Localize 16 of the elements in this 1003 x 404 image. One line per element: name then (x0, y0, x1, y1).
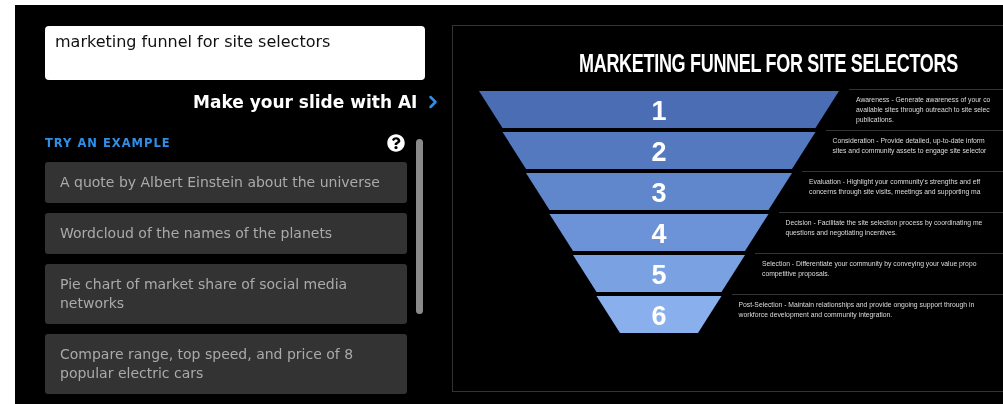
funnel-segment: 1 (479, 91, 839, 128)
funnel-segment: 4 (549, 214, 769, 251)
example-card[interactable]: A quote by Albert Einstein about the universe (45, 162, 407, 203)
make-slide-button[interactable]: Make your slide with AI (193, 92, 444, 112)
example-card[interactable]: Wordcloud of the names of the planets (45, 213, 407, 254)
example-card[interactable]: Compare range, top speed, and price of 8 popular electric cars (45, 334, 407, 394)
section-heading: TRY AN EXAMPLE (45, 136, 171, 150)
scrollbar-thumb[interactable] (416, 139, 423, 314)
funnel-segment: 3 (526, 173, 792, 210)
example-card[interactable]: Pie chart of market share of social media networks (45, 264, 407, 324)
funnel-segment: 5 (573, 255, 745, 292)
help-icon[interactable] (387, 134, 405, 152)
prompt-field[interactable]: marketing funnel for site selectors (45, 26, 425, 80)
funnel-segment: 2 (502, 132, 816, 169)
funnel-segment: 6 (596, 296, 722, 333)
slide-title: MARKETING FUNNEL FOR SITE SELECTORS (579, 50, 958, 80)
